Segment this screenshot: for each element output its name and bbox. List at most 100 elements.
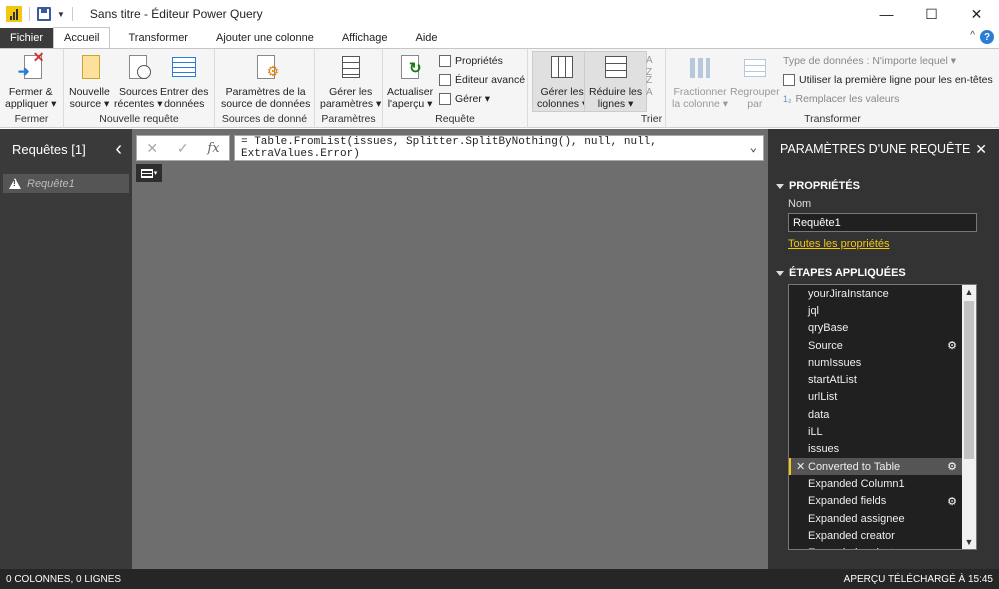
gear-icon[interactable]: ⚙: [947, 339, 957, 352]
headers-icon: [783, 74, 795, 86]
applied-step-label: jql: [808, 304, 820, 317]
editeur-avance-button[interactable]: Éditeur avancé: [439, 74, 525, 86]
applied-step[interactable]: Expanded creator: [789, 527, 963, 544]
commit-formula-icon[interactable]: ✓: [177, 140, 189, 157]
tab-affichage[interactable]: Affichage: [332, 28, 398, 48]
applied-step-label: urlList: [808, 391, 838, 404]
fractionner-colonne-button[interactable]: Fractionner la colonne ▾: [672, 53, 728, 110]
chevron-down-icon[interactable]: ⌄: [750, 140, 757, 155]
save-icon[interactable]: [37, 7, 51, 21]
applied-step[interactable]: Expanded assignee: [789, 510, 963, 527]
fx-icon[interactable]: fx: [207, 141, 219, 156]
steps-scrollbar[interactable]: ▲ ▼: [962, 285, 976, 549]
applied-step[interactable]: issues: [789, 441, 963, 458]
tab-transformer[interactable]: Transformer: [118, 28, 198, 48]
query-name-input[interactable]: Requête1: [788, 213, 977, 232]
gerer-parametres-button[interactable]: Gérer les paramètres ▾: [320, 53, 381, 110]
properties-section-header[interactable]: PROPRIÉTÉS: [776, 180, 860, 192]
cancel-formula-icon[interactable]: ✕: [146, 140, 158, 157]
collapse-ribbon-icon[interactable]: ^: [970, 30, 975, 41]
tab-ajouter-colonne[interactable]: Ajouter une colonne: [206, 28, 324, 48]
properties-icon: [439, 55, 451, 67]
query-item[interactable]: Requête1: [3, 174, 129, 193]
entrer-donnees-button[interactable]: Entrer des données: [160, 53, 208, 110]
tab-accueil[interactable]: Accueil: [53, 27, 111, 48]
tab-fichier[interactable]: Fichier: [0, 28, 54, 48]
applied-step[interactable]: jql: [789, 302, 963, 319]
formula-input[interactable]: = Table.FromList(issues, Splitter.SplitB…: [234, 135, 764, 161]
warning-icon: [9, 178, 21, 189]
replace-values-icon: 1₂: [783, 94, 792, 104]
premiere-ligne-entetes-button[interactable]: Utiliser la première ligne pour les en-t…: [783, 74, 993, 86]
group-nouvelle-requete: Nouvelle source ▾ Sources récentes ▾ Ent…: [64, 49, 215, 128]
group-parametres: Gérer les paramètres ▾ Paramètres: [315, 49, 383, 128]
applied-step[interactable]: Expanded project: [789, 544, 963, 549]
applied-step-label: Expanded fields: [808, 495, 887, 508]
applied-step-label: Expanded creator: [808, 529, 895, 542]
scroll-down-icon[interactable]: ▼: [962, 537, 976, 547]
applied-step-label: numIssues: [808, 356, 862, 369]
group-label: Requête: [435, 113, 475, 125]
applied-step-label: yourJiraInstance: [808, 287, 889, 300]
gear-icon[interactable]: ⚙: [947, 495, 957, 508]
query-settings-title: PARAMÈTRES D'UNE REQUÊTE: [780, 142, 971, 156]
refresh-icon: ↻: [395, 53, 425, 83]
delete-step-icon[interactable]: ✕: [796, 460, 805, 473]
scrollbar-thumb[interactable]: [964, 301, 974, 459]
sort-descending-icon[interactable]: ZA: [646, 75, 653, 99]
applied-step-label: iLL: [808, 426, 823, 439]
group-columns-rows: Gérer les colonnes ▾ Réduire les lignes …: [528, 49, 648, 128]
parametres-source-button[interactable]: ⚙ Paramètres de la source de données: [221, 53, 310, 110]
quick-access-dropdown-icon[interactable]: ▼: [57, 10, 65, 19]
collapse-triangle-icon: [776, 183, 784, 189]
applied-steps-section-header[interactable]: ÉTAPES APPLIQUÉES: [776, 267, 906, 279]
nouvelle-source-button[interactable]: Nouvelle source ▾: [69, 53, 110, 110]
applied-step[interactable]: urlList: [789, 389, 963, 406]
actualiser-apercu-button[interactable]: ↻ Actualiser l'aperçu ▾: [387, 53, 433, 110]
preview-canvas: ✕ ✓ fx = Table.FromList(issues, Splitter…: [132, 129, 768, 569]
applied-step[interactable]: qryBase: [789, 320, 963, 337]
sources-recentes-button[interactable]: Sources récentes ▾: [114, 53, 162, 110]
applied-step[interactable]: ✕ Converted to Table ⚙: [789, 457, 963, 476]
tab-aide[interactable]: Aide: [406, 28, 448, 48]
applied-step[interactable]: Expanded Column1: [789, 475, 963, 492]
regrouper-par-button[interactable]: Regrouper par: [730, 53, 780, 110]
group-label: Paramètres: [321, 113, 376, 125]
applied-step[interactable]: yourJiraInstance: [789, 285, 963, 302]
collapse-pane-icon[interactable]: ‹: [115, 138, 122, 161]
applied-step[interactable]: Expanded fields ⚙: [789, 493, 963, 510]
remplacer-valeurs-button[interactable]: 1₂ Remplacer les valeurs: [783, 93, 899, 105]
help-icon[interactable]: ?: [980, 30, 994, 44]
applied-step[interactable]: startAtList: [789, 371, 963, 388]
close-button[interactable]: ✕: [954, 0, 999, 28]
applied-step[interactable]: iLL: [789, 423, 963, 440]
applied-steps-list: yourJiraInstance jql qryBase Source ⚙ numIssu…: [788, 284, 977, 550]
group-label: Transformer: [804, 113, 861, 125]
gerer-button[interactable]: Gérer ▾: [439, 93, 490, 105]
fermer-appliquer-button[interactable]: ✕ ➜ Fermer & appliquer ▾: [5, 50, 56, 110]
group-label: Nouvelle requête: [99, 113, 179, 125]
manage-columns-icon: [547, 53, 577, 83]
title-bar: ▼ Sans titre - Éditeur Power Query — ☐ ✕: [0, 0, 999, 28]
proprietes-button[interactable]: Propriétés: [439, 55, 503, 67]
manage-icon: [439, 93, 451, 105]
table-menu-icon[interactable]: ▾: [136, 164, 162, 182]
close-icon[interactable]: ✕: [975, 141, 987, 158]
type-donnees-dropdown[interactable]: Type de données : N'importe lequel ▾: [783, 55, 956, 67]
scroll-up-icon[interactable]: ▲: [962, 287, 976, 297]
minimize-button[interactable]: —: [864, 0, 909, 28]
ribbon-tabs: Fichier Accueil Transformer Ajouter une …: [0, 27, 999, 48]
collapse-triangle-icon: [776, 270, 784, 276]
applied-step[interactable]: Source ⚙: [789, 337, 963, 354]
applied-step[interactable]: numIssues: [789, 354, 963, 371]
applied-step[interactable]: data: [789, 406, 963, 423]
power-bi-icon: [6, 6, 22, 22]
applied-step-label: Expanded project: [808, 547, 894, 549]
gear-icon[interactable]: ⚙: [947, 460, 957, 473]
all-properties-link[interactable]: Toutes les propriétés: [788, 238, 890, 250]
maximize-button[interactable]: ☐: [909, 0, 954, 28]
ribbon: ✕ ➜ Fermer & appliquer ▾ Fermer Nouvelle…: [0, 48, 999, 128]
split-column-icon: [685, 53, 715, 83]
applied-step-label: qryBase: [808, 322, 849, 335]
queries-pane: Requêtes [1] ‹ Requête1: [0, 129, 132, 569]
